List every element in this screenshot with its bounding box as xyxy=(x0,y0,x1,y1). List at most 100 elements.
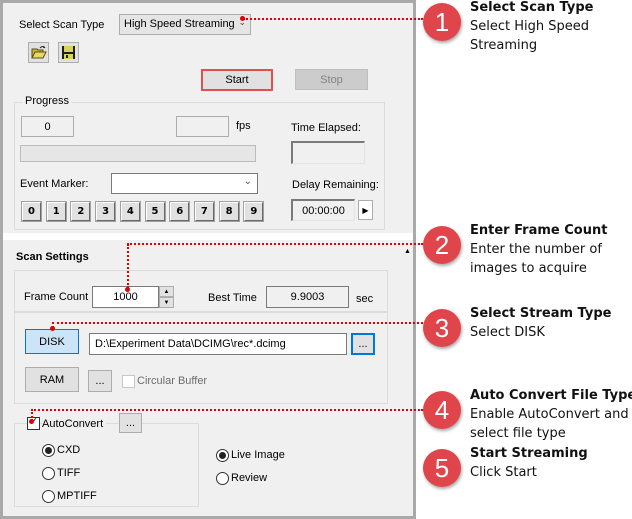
save-disk-icon xyxy=(62,46,75,59)
view-mode-radio-live-image[interactable] xyxy=(216,449,229,462)
callout-2-line-vertical xyxy=(127,244,129,288)
ram-browse-label: ... xyxy=(95,375,105,387)
view-mode-radio-label: Review xyxy=(231,472,268,484)
best-time-value: 9.9003 xyxy=(290,291,325,303)
collapse-up-icon[interactable]: ▲ xyxy=(404,248,411,255)
delay-remaining-field: 00:00:00 xyxy=(291,199,355,221)
callout-description: Enter the number of images to acquire xyxy=(470,242,602,276)
time-elapsed-label: Time Elapsed: xyxy=(291,122,361,134)
delay-remaining-value: 00:00:00 xyxy=(302,204,345,217)
ram-button[interactable]: RAM xyxy=(25,367,79,392)
scan-settings-title: Scan Settings xyxy=(16,251,89,263)
scan-type-value: High Speed Streaming xyxy=(124,18,235,30)
best-time-label: Best Time xyxy=(208,292,257,304)
callout-title: Auto Convert File Type xyxy=(470,388,632,403)
event-marker-button-label: 3 xyxy=(102,206,110,217)
event-marker-button-0[interactable]: 0 xyxy=(21,201,42,222)
file-type-radio-label: CXD xyxy=(57,444,81,456)
frame-count-value: 1000 xyxy=(113,291,138,303)
disk-button[interactable]: DISK xyxy=(25,329,79,354)
circular-buffer-label: Circular Buffer xyxy=(137,375,208,387)
save-button[interactable] xyxy=(58,42,79,63)
open-folder-icon xyxy=(31,46,47,59)
arrow-up-icon: ▲ xyxy=(163,288,170,295)
autoconvert-label: AutoConvert xyxy=(42,418,107,430)
start-button[interactable]: Start xyxy=(201,69,273,91)
file-type-radio-mptiff[interactable] xyxy=(42,490,55,503)
event-marker-button-9[interactable]: 9 xyxy=(243,201,265,222)
callout-badge-5: 5 xyxy=(423,449,461,487)
disk-label: DISK xyxy=(39,335,65,348)
callout-badge-1: 1 xyxy=(423,3,461,41)
play-icon: ▶ xyxy=(362,205,369,215)
callout-badge-2: 2 xyxy=(423,226,461,264)
event-marker-button-label: 2 xyxy=(77,206,85,217)
progress-group-title: Progress xyxy=(23,95,72,107)
ram-label: RAM xyxy=(39,373,65,386)
event-marker-button-5[interactable]: 5 xyxy=(144,201,166,222)
file-type-radio-cxd[interactable] xyxy=(42,444,55,457)
time-elapsed-field xyxy=(291,141,365,164)
event-marker-button-label: 6 xyxy=(176,206,184,217)
autoconvert-options-button[interactable]: ... xyxy=(119,413,142,433)
event-marker-button-6[interactable]: 6 xyxy=(169,201,191,222)
delay-remaining-label: Delay Remaining: xyxy=(292,179,379,191)
file-type-radio-tiff[interactable] xyxy=(42,467,55,480)
event-marker-button-label: 7 xyxy=(200,206,208,217)
section-separator xyxy=(3,233,413,240)
callout-4-line xyxy=(31,409,423,411)
ram-browse-button[interactable]: ... xyxy=(88,370,112,392)
start-label: Start xyxy=(225,74,249,86)
delay-play-button[interactable]: ▶ xyxy=(358,200,373,220)
callout-3-line xyxy=(52,322,423,324)
callout-description: Select DISK xyxy=(470,325,545,340)
event-marker-button-4[interactable]: 4 xyxy=(119,201,141,222)
event-marker-button-label: 9 xyxy=(250,206,258,217)
callout-title: Start Streaming xyxy=(470,446,588,461)
frame-count-label: Frame Count xyxy=(24,291,89,303)
stop-button[interactable]: Stop xyxy=(295,69,368,90)
circular-buffer-checkbox[interactable] xyxy=(122,375,135,388)
chevron-down-icon: ⌄ xyxy=(243,176,252,187)
callout-2-line xyxy=(127,243,423,245)
browse-label: ... xyxy=(358,338,368,350)
event-marker-button-8[interactable]: 8 xyxy=(218,201,240,222)
callout-description: Click Start xyxy=(470,465,537,480)
disk-path-value: D:\Experiment Data\DCIMG\rec*.dcimg xyxy=(95,338,286,350)
scan-type-dropdown[interactable]: High Speed Streaming ⌄ xyxy=(119,14,251,35)
disk-browse-button[interactable]: ... xyxy=(351,333,375,355)
callout-1-line xyxy=(243,18,423,20)
event-marker-button-label: 5 xyxy=(151,206,159,217)
disk-path-input[interactable]: D:\Experiment Data\DCIMG\rec*.dcimg xyxy=(89,333,347,355)
open-button[interactable] xyxy=(28,42,49,63)
callout-title: Enter Frame Count xyxy=(470,223,608,238)
file-type-radio-label: MPTIFF xyxy=(57,490,97,502)
callout-description: Select High Speed Streaming xyxy=(470,19,589,53)
stop-label: Stop xyxy=(320,73,343,86)
event-marker-button-label: 1 xyxy=(52,206,60,217)
event-marker-button-1[interactable]: 1 xyxy=(45,201,67,222)
fps-field xyxy=(176,116,229,137)
arrow-down-icon: ▼ xyxy=(163,299,170,306)
view-mode-radio-label: Live Image xyxy=(231,449,285,461)
frame-count-stepper[interactable]: ▲ ▼ xyxy=(159,286,174,308)
frames-acquired-field: 0 xyxy=(21,116,74,137)
event-marker-dropdown[interactable]: ⌄ xyxy=(111,173,258,194)
best-time-unit: sec xyxy=(356,293,374,305)
fps-unit: fps xyxy=(236,120,251,132)
autoconvert-options-label: ... xyxy=(125,417,136,429)
event-marker-button-3[interactable]: 3 xyxy=(95,201,117,222)
stepper-down-button[interactable]: ▼ xyxy=(159,297,174,308)
event-marker-button-2[interactable]: 2 xyxy=(70,201,92,222)
callout-badge-3: 3 xyxy=(423,309,461,347)
event-marker-label: Event Marker: xyxy=(20,178,89,190)
event-marker-button-label: 0 xyxy=(28,206,35,217)
file-type-radio-label: TIFF xyxy=(57,467,81,479)
acquisition-progress-bar xyxy=(20,145,256,162)
event-marker-button-label: 8 xyxy=(225,206,233,217)
event-marker-button-7[interactable]: 7 xyxy=(193,201,215,222)
callout-description: Enable AutoConvert and select file type xyxy=(470,407,629,441)
stepper-up-button[interactable]: ▲ xyxy=(159,286,174,297)
callout-badge-4: 4 xyxy=(423,391,461,429)
view-mode-radio-review[interactable] xyxy=(216,472,229,485)
